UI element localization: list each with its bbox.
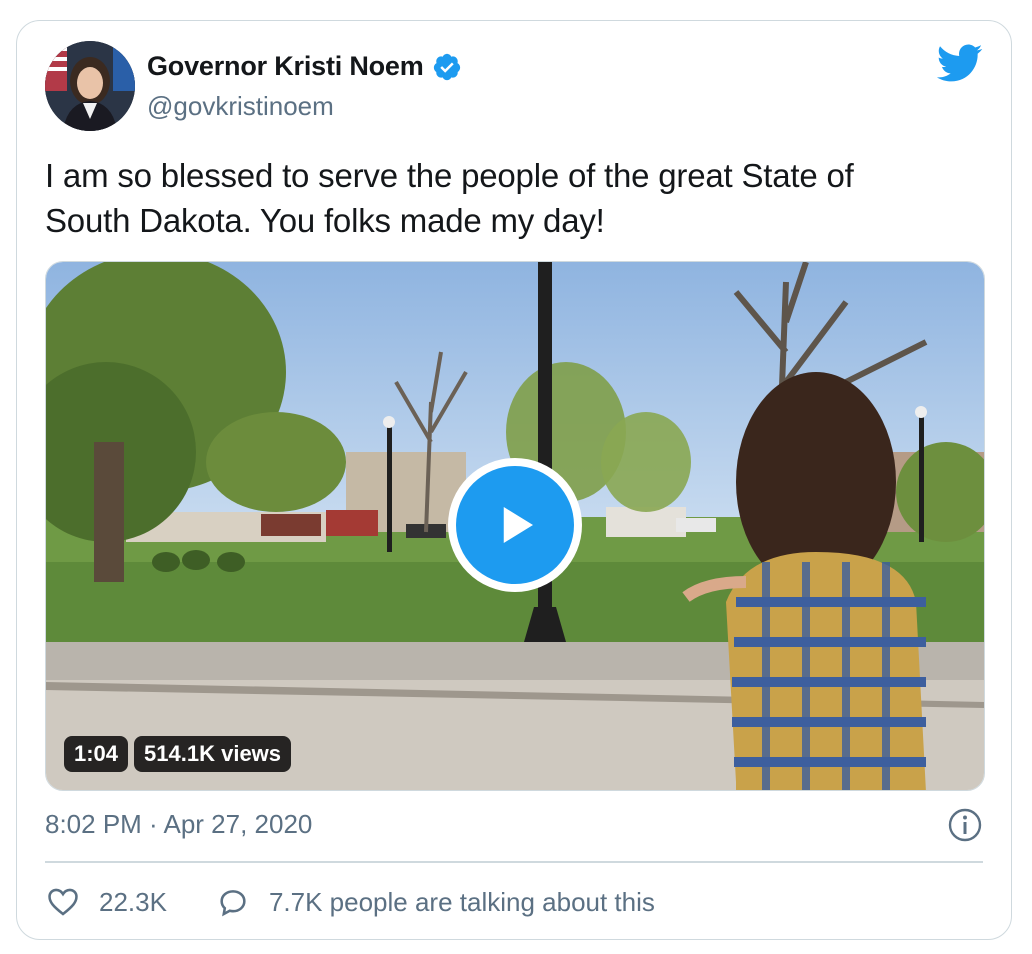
like-button[interactable]: 22.3K [45, 885, 167, 919]
author-handle[interactable]: @govkristinoem [147, 91, 334, 122]
tweet-text: I am so blessed to serve the people of t… [45, 157, 854, 239]
video-player[interactable]: 1:04 514.1K views [45, 261, 985, 791]
speech-bubble-icon [220, 890, 246, 917]
avatar[interactable] [45, 41, 135, 131]
view-count: 514.1K views [134, 736, 292, 772]
twitter-bird-icon[interactable] [935, 43, 983, 83]
info-icon[interactable] [947, 807, 983, 843]
heart-icon [48, 888, 78, 916]
verified-badge-icon [433, 53, 460, 80]
divider [45, 861, 983, 863]
author-name[interactable]: Governor Kristi Noem [147, 51, 424, 82]
video-duration: 1:04 [64, 736, 129, 772]
play-icon [503, 507, 533, 543]
action-bar: 22.3K 7.7K people are talking about this [45, 885, 655, 919]
play-button[interactable] [448, 458, 582, 592]
like-count: 22.3K [99, 886, 167, 917]
tweet-card[interactable]: Governor Kristi Noem @govkristinoem I am… [16, 20, 1012, 940]
tweet-timestamp[interactable]: 8:02 PM · Apr 27, 2020 [45, 809, 312, 840]
talking-count: 7.7K people are talking about this [268, 886, 655, 917]
conversation-link[interactable]: 7.7K people are talking about this [215, 885, 655, 919]
